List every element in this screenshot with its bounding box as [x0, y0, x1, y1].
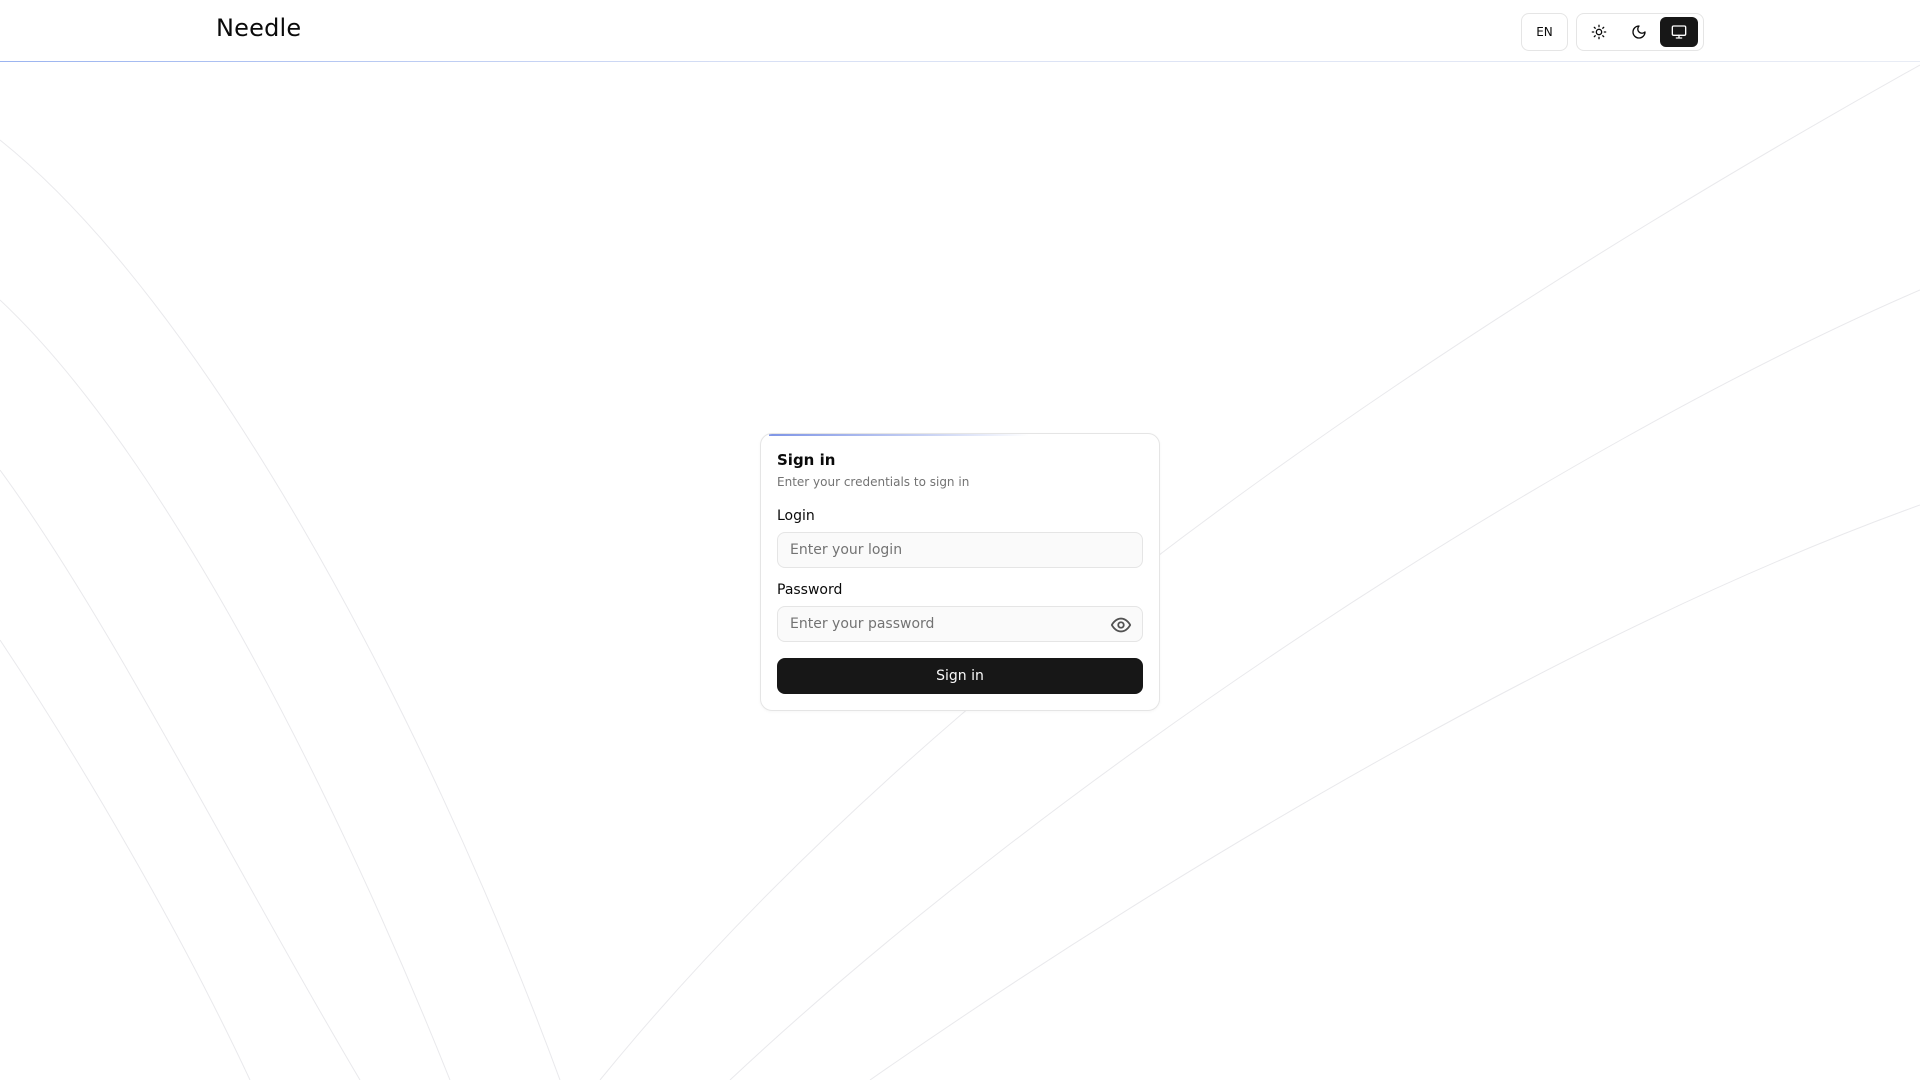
signin-card: Sign in Enter your credentials to sign i…	[760, 433, 1160, 711]
monitor-icon	[1671, 25, 1687, 39]
toggle-password-visibility-button[interactable]	[1110, 614, 1132, 636]
login-input[interactable]	[778, 533, 1142, 567]
system-theme-button[interactable]	[1660, 17, 1698, 47]
eye-icon	[1110, 617, 1132, 633]
password-label: Password	[777, 582, 843, 598]
signin-description: Enter your credentials to sign in	[777, 475, 970, 489]
login-label: Login	[777, 508, 815, 524]
dark-theme-button[interactable]	[1620, 17, 1658, 47]
moon-icon	[1632, 25, 1646, 39]
sun-icon	[1591, 24, 1607, 40]
login-field-wrapper	[777, 532, 1143, 568]
header-divider	[0, 61, 1920, 62]
language-switcher-button[interactable]: EN	[1521, 13, 1568, 51]
signin-title: Sign in	[777, 451, 836, 469]
signin-submit-button[interactable]: Sign in	[777, 658, 1143, 694]
top-header: Needle EN	[0, 0, 1920, 62]
brand-logo[interactable]: Needle	[216, 14, 301, 42]
password-field-wrapper	[777, 606, 1143, 642]
theme-toggle-group	[1576, 13, 1704, 51]
light-theme-button[interactable]	[1580, 17, 1618, 47]
password-input[interactable]	[778, 607, 1142, 641]
card-accent-line	[769, 434, 1029, 436]
